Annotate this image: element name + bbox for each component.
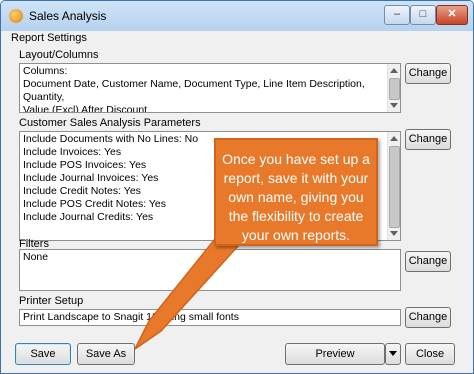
callout-arrow-shape <box>134 227 241 350</box>
tip-callout: Once you have set up a report, save it w… <box>214 138 378 246</box>
sales-analysis-window: Sales Analysis ‒ □ ✕ Report Settings Lay… <box>0 0 474 374</box>
